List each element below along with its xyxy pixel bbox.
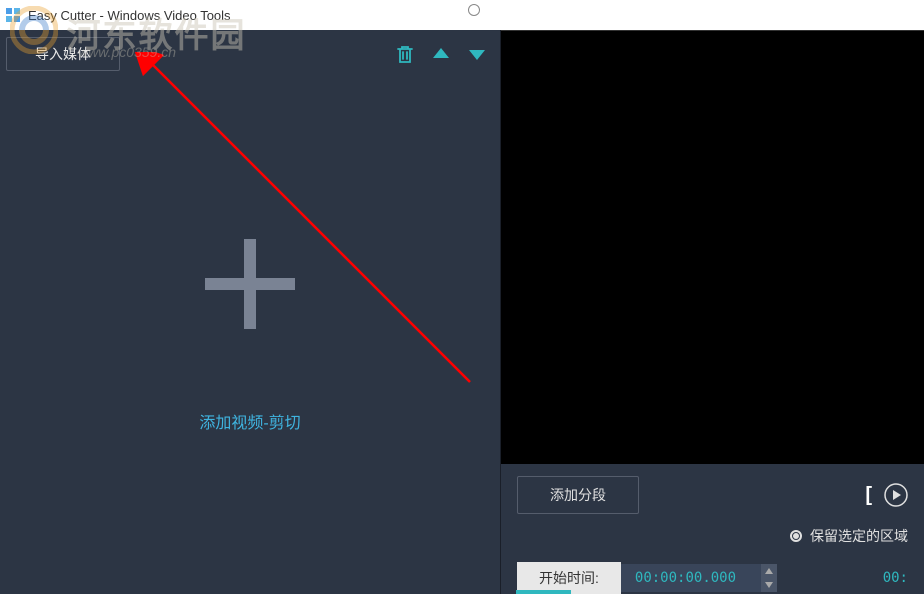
titlebar-indicator bbox=[468, 4, 480, 16]
app-icon bbox=[4, 6, 22, 24]
add-segment-button[interactable]: 添加分段 bbox=[517, 476, 639, 514]
controls-area: 添加分段 [ 保留选定的区域 开始时间: bbox=[501, 464, 924, 594]
add-video-label: 添加视频-剪切 bbox=[199, 409, 300, 433]
end-time-display: 00: bbox=[883, 570, 908, 586]
import-media-button[interactable]: 导入媒体 bbox=[6, 37, 120, 71]
start-time-input[interactable] bbox=[621, 564, 761, 592]
titlebar: Easy Cutter - Windows Video Tools bbox=[0, 0, 924, 30]
spinner-up-icon[interactable] bbox=[761, 564, 777, 578]
trash-icon[interactable] bbox=[394, 43, 416, 65]
video-preview bbox=[501, 30, 924, 464]
app-title: Easy Cutter - Windows Video Tools bbox=[28, 8, 231, 23]
bracket-left-icon[interactable]: [ bbox=[865, 484, 872, 507]
time-spinner[interactable] bbox=[761, 564, 777, 592]
toolbar: 导入媒体 bbox=[0, 30, 500, 78]
timeline-progress[interactable] bbox=[516, 590, 571, 594]
play-icon[interactable] bbox=[884, 483, 908, 507]
right-panel: 添加分段 [ 保留选定的区域 开始时间: bbox=[500, 30, 924, 594]
plus-icon bbox=[205, 239, 295, 329]
spinner-down-icon[interactable] bbox=[761, 578, 777, 592]
keep-selected-label: 保留选定的区域 bbox=[810, 526, 908, 546]
media-drop-area[interactable]: 添加视频-剪切 bbox=[0, 78, 500, 594]
move-down-icon[interactable] bbox=[466, 43, 488, 65]
move-up-icon[interactable] bbox=[430, 43, 452, 65]
keep-selected-radio[interactable] bbox=[790, 530, 802, 542]
left-panel: 导入媒体 添加视频-剪切 bbox=[0, 30, 500, 594]
